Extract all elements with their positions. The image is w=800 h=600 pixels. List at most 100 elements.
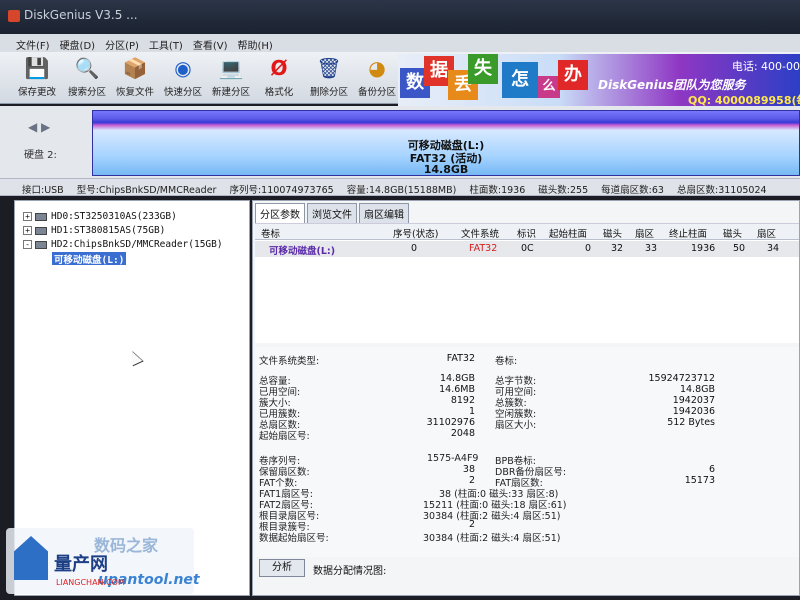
disk-cylinders: 柱面数:1936 (469, 185, 526, 196)
tab-bar: 分区参数 浏览文件 扇区编辑 (255, 203, 411, 224)
table-row[interactable]: 可移动磁盘(L:) 0 FAT32 0C 0 32 33 1936 50 34 (255, 241, 799, 257)
ad-banner[interactable]: 数 据 丢 失 怎 么 办 DiskGenius团队为您服务 电话: 400-0… (398, 54, 800, 106)
row-cell: FAT32 (469, 243, 498, 254)
tab-sector-edit[interactable]: 扇区编辑 (359, 203, 409, 224)
partition-block-size: 14.8GB (423, 163, 469, 176)
tool-label: 搜索分区 (67, 87, 106, 98)
row-cell: 32 (611, 243, 624, 254)
header-cell: 终止柱面 (669, 229, 708, 240)
disk-nav-arrows[interactable]: ◀ ▶ (28, 120, 50, 134)
backup-partition-button[interactable]: ◕ 备份分区 (352, 55, 402, 98)
disk-interface: 接口:USB (22, 185, 64, 196)
format-icon: Ø (270, 56, 288, 80)
tool-label: 删除分区 (309, 87, 348, 98)
disk-model: 型号:ChipsBnkSD/MMCReader (76, 185, 217, 196)
tool-label: 恢复文件 (115, 87, 154, 98)
app-icon (8, 10, 20, 22)
detail-value: 38 (462, 464, 475, 475)
disk-label: 硬盘 2: (24, 150, 57, 161)
partition-block[interactable]: 可移动磁盘(L:) FAT32 (活动) 14.8GB (92, 110, 800, 176)
expand-icon[interactable]: + (23, 226, 32, 235)
partition-params-panel: 分区参数 浏览文件 扇区编辑 卷标 序号(状态) 文件系统 标识 起始柱面 磁头… (252, 200, 800, 596)
tree-item-hd2[interactable]: - HD2:ChipsBnkSD/MMCReader(15GB) (23, 239, 223, 252)
banner-qq: QQ: 4000089958(每 (688, 94, 800, 106)
header-cell: 起始柱面 (549, 229, 588, 240)
disk-sectors-per-track: 每道扇区数:63 (601, 185, 664, 196)
menu-disk[interactable]: 硬盘(D) (60, 37, 96, 52)
disk-serial: 序列号:110074973765 (229, 185, 334, 196)
menu-tools[interactable]: 工具(T) (149, 37, 183, 52)
volume-label-label: 卷标: (495, 356, 518, 367)
detail-value: 6 (708, 464, 715, 475)
tool-label: 保存更改 (17, 87, 56, 98)
hard-disk-icon (35, 226, 47, 235)
row-volume-label: 可移动磁盘(L:) (269, 246, 336, 257)
row-cell: 0 (411, 243, 418, 254)
format-button[interactable]: Ø 格式化 (254, 55, 304, 98)
disk-info-line: 接口:USB 型号:ChipsBnkSD/MMCReader 序列号:11007… (0, 178, 800, 196)
fs-type-value: FAT32 (446, 353, 475, 364)
header-cell: 序号(状态) (393, 229, 439, 240)
detail-value: 2 (468, 519, 475, 530)
detail-label: 扇区大小: (495, 420, 537, 431)
tree-item-label: HD1:ST380815AS(75GB) (51, 225, 166, 236)
tree-item-label: HD2:ChipsBnkSD/MMCReader(15GB) (51, 239, 223, 250)
collapse-icon[interactable]: - (23, 240, 32, 249)
banner-brand: DiskGenius团队为您服务 (598, 78, 746, 92)
row-cell: 50 (733, 243, 746, 254)
detail-value: 31102976 (426, 417, 475, 428)
detail-value: 15924723712 (648, 373, 716, 384)
quick-partition-button[interactable]: ◉ 快速分区 (158, 55, 208, 98)
row-cell: 34 (767, 243, 780, 254)
menu-help[interactable]: 帮助(H) (238, 37, 273, 52)
recover-file-button[interactable]: 📦 恢复文件 (110, 55, 160, 98)
hard-disk-icon (35, 212, 47, 221)
search-partition-button[interactable]: 🔍 搜索分区 (62, 55, 112, 98)
menu-file[interactable]: 文件(F) (16, 37, 50, 52)
tree-item-hd1[interactable]: + HD1:ST380815AS(75GB) (23, 225, 165, 238)
detail-value: 14.8GB (679, 384, 715, 395)
save-changes-button[interactable]: 💾 保存更改 (12, 55, 62, 98)
menu-view[interactable]: 查看(V) (193, 37, 228, 52)
allocation-label: 数据分配情况图: (313, 566, 387, 577)
hard-disk-icon (35, 240, 47, 249)
analyze-button[interactable]: 分析 (259, 559, 305, 577)
expand-icon[interactable]: + (23, 212, 32, 221)
detail-value: 2048 (450, 428, 475, 439)
header-cell: 扇区 (635, 229, 655, 240)
recover-file-icon: 📦 (122, 56, 148, 80)
tool-label: 备份分区 (357, 87, 396, 98)
tree-item-hd0[interactable]: + HD0:ST3250310AS(233GB) (23, 211, 177, 224)
watermark-logo-icon (14, 536, 48, 580)
menu-partition[interactable]: 分区(P) (105, 37, 139, 52)
tab-partition-params[interactable]: 分区参数 (255, 203, 305, 224)
header-cell: 磁头 (723, 229, 743, 240)
disk-heads: 磁头数:255 (538, 185, 589, 196)
menu-bar: 文件(F) 硬盘(D) 分区(P) 工具(T) 查看(V) 帮助(H) (0, 34, 800, 52)
new-partition-button[interactable]: 💻 新建分区 (206, 55, 256, 98)
quick-partition-icon: ◉ (174, 56, 192, 80)
window-title: DiskGenius V3.5 ... (24, 8, 138, 22)
save-icon: 💾 (24, 56, 50, 80)
detail-label: 起始扇区号: (259, 431, 310, 442)
disk-map-bar: ◀ ▶ 硬盘 2: 可移动磁盘(L:) FAT32 (活动) 14.8GB (0, 106, 800, 178)
tree-item-removable-disk[interactable]: 可移动磁盘(L:) (52, 252, 127, 266)
new-partition-icon: 💻 (218, 56, 244, 80)
header-cell: 卷标 (261, 229, 281, 240)
detail-label: FAT扇区数: (495, 478, 543, 489)
disk-total-sectors: 总扇区数:31105024 (677, 185, 767, 196)
tool-label: 快速分区 (163, 87, 202, 98)
tool-label: 新建分区 (211, 87, 250, 98)
delete-partition-button[interactable]: 🗑 删除分区 (304, 55, 354, 98)
backup-partition-icon: ◕ (368, 56, 386, 80)
delete-partition-icon: 🗑 (316, 56, 342, 80)
row-cell: 1936 (691, 243, 716, 254)
tab-browse-files[interactable]: 浏览文件 (307, 203, 357, 224)
partition-table: 卷标 序号(状态) 文件系统 标识 起始柱面 磁头 扇区 终止柱面 磁头 扇区 … (255, 223, 799, 343)
header-cell: 磁头 (603, 229, 623, 240)
tool-label: 格式化 (264, 87, 294, 98)
row-cell: 0C (521, 243, 534, 254)
detail-value: 15173 (684, 475, 715, 486)
allocation-bar: 分析 数据分配情况图: (255, 559, 799, 579)
banner-char: 么 (538, 76, 560, 98)
